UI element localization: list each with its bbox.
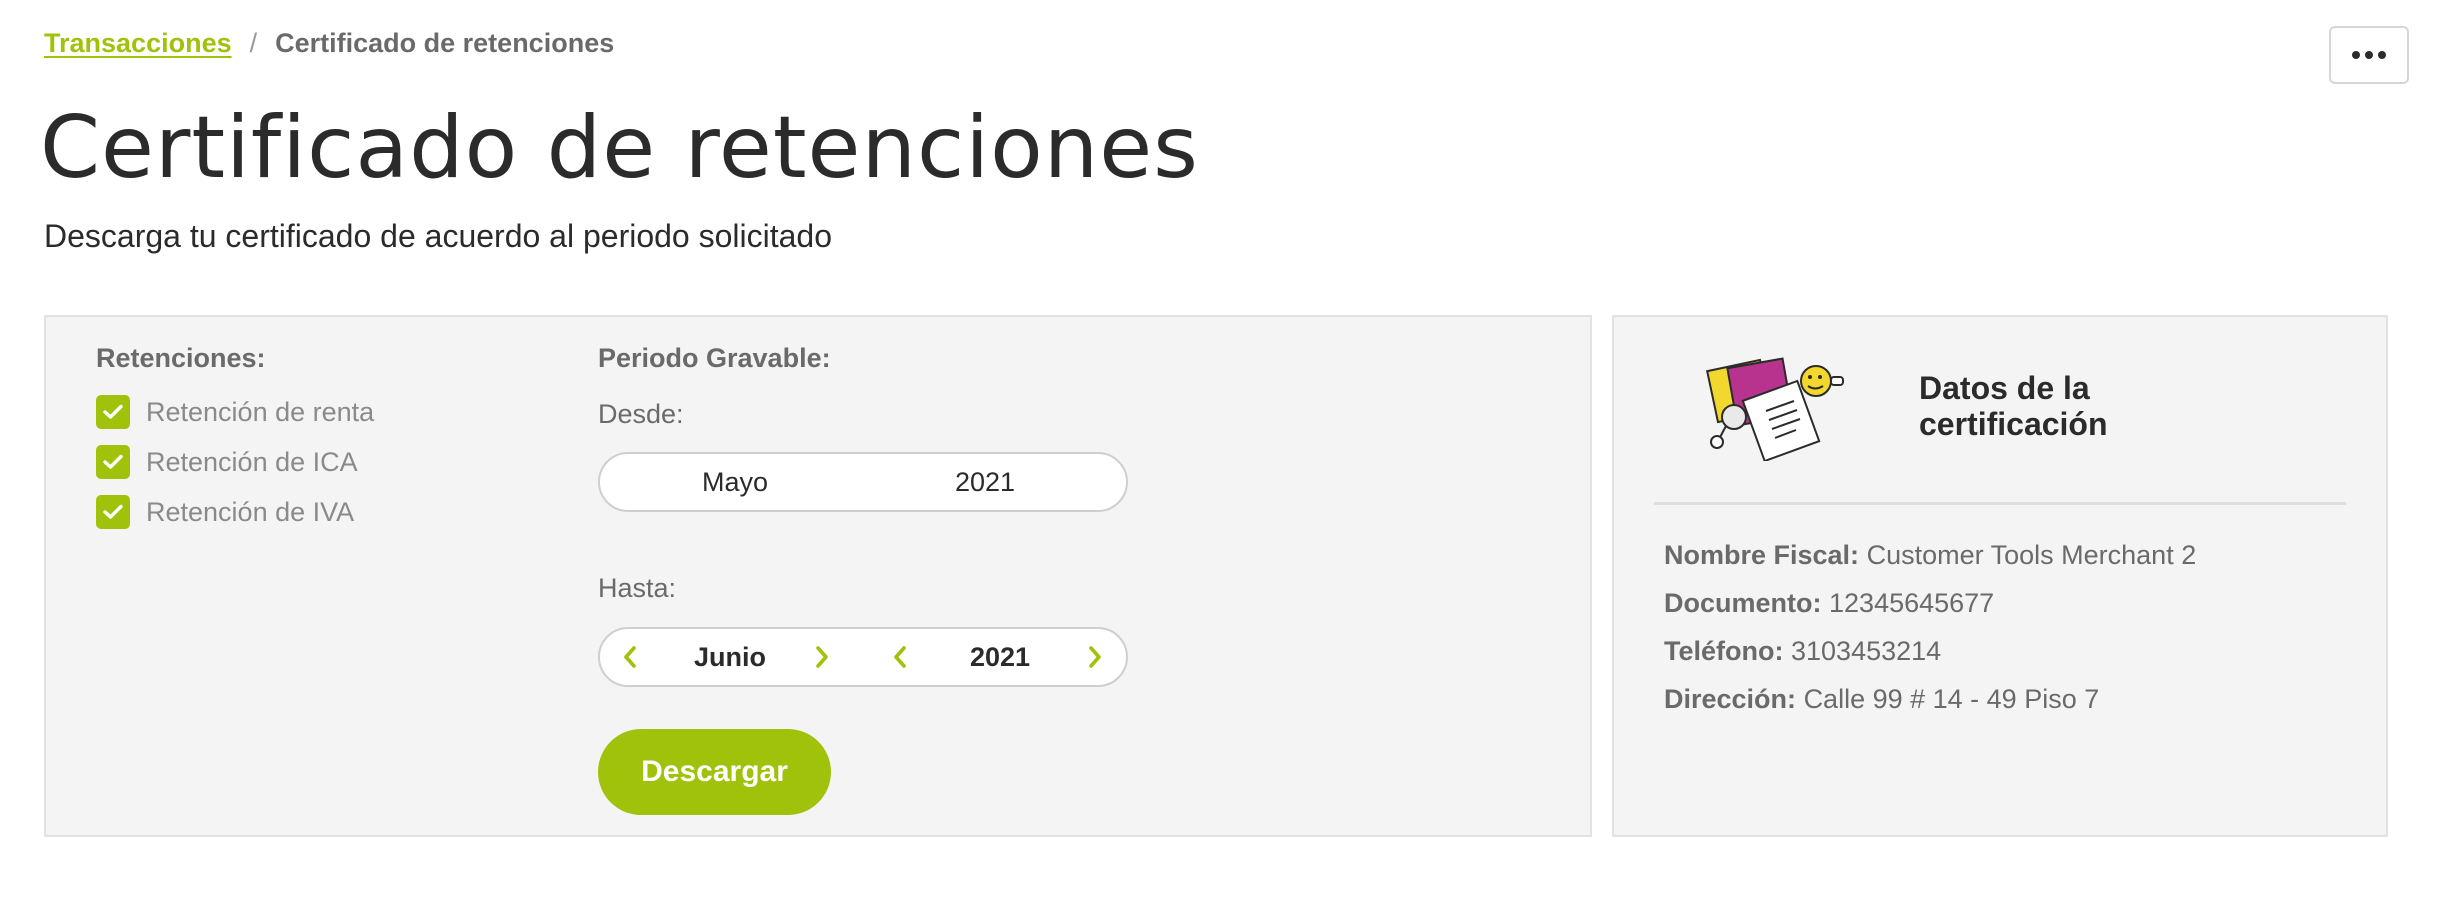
checkbox-checked-icon	[96, 445, 130, 479]
desde-date-selector[interactable]: Mayo 2021	[598, 452, 1128, 512]
checkbox-retencion-renta[interactable]: Retención de renta	[96, 395, 374, 429]
checkbox-retencion-iva[interactable]: Retención de IVA	[96, 495, 354, 529]
info-telefono: Teléfono: 3103453214	[1664, 636, 1941, 667]
retenciones-label: Retenciones:	[96, 343, 266, 373]
hasta-month-prev-icon[interactable]	[616, 643, 644, 671]
hasta-month: Junio	[694, 642, 766, 672]
hasta-year: 2021	[969, 642, 1031, 672]
checkbox-retencion-ica[interactable]: Retención de ICA	[96, 445, 358, 479]
info-value: 12345645677	[1829, 588, 1995, 618]
hasta-year-prev-icon[interactable]	[886, 643, 914, 671]
download-button[interactable]: Descargar	[598, 729, 831, 815]
info-direccion: Dirección: Calle 99 # 14 - 49 Piso 7	[1664, 684, 2099, 715]
info-documento: Documento: 12345645677	[1664, 588, 1994, 619]
checkbox-checked-icon	[96, 395, 130, 429]
info-value: Customer Tools Merchant 2	[1866, 540, 2197, 570]
info-value: 3103453214	[1791, 636, 1942, 666]
desde-label: Desde:	[598, 399, 684, 429]
breadcrumb-separator: /	[249, 28, 258, 58]
hasta-date-selector: Junio 2021	[598, 627, 1128, 687]
documents-illustration-icon	[1705, 357, 1844, 461]
checkbox-label: Retención de renta	[146, 396, 375, 427]
checkbox-label: Retención de IVA	[146, 496, 355, 527]
checkbox-checked-icon	[96, 495, 130, 529]
info-key: Documento:	[1664, 588, 1822, 618]
hasta-label: Hasta:	[598, 573, 677, 603]
more-options-button[interactable]	[2329, 26, 2409, 84]
info-nombre-fiscal: Nombre Fiscal: Customer Tools Merchant 2	[1664, 540, 2196, 571]
periodo-gravable-label: Periodo Gravable:	[598, 343, 831, 373]
certification-heading: Datos de la certificación	[1919, 370, 2108, 442]
info-key: Teléfono:	[1664, 636, 1784, 666]
page-subtitle: Descarga tu certificado de acuerdo al pe…	[44, 218, 833, 254]
checkbox-label: Retención de ICA	[146, 446, 358, 477]
info-value: Calle 99 # 14 - 49 Piso 7	[1803, 684, 2100, 714]
filters-panel: Retenciones: Retención de renta Retenció…	[44, 315, 1592, 837]
hasta-year-next-icon[interactable]	[1081, 643, 1109, 671]
breadcrumb-link-transacciones[interactable]: Transacciones	[44, 28, 232, 59]
info-key: Nombre Fiscal:	[1664, 540, 1860, 570]
breadcrumb: Transacciones / Certificado de retencion…	[44, 28, 614, 59]
desde-month[interactable]: Mayo	[660, 454, 810, 510]
desde-year[interactable]: 2021	[910, 454, 1060, 510]
page-title: Certificado de retenciones	[40, 98, 1199, 198]
divider	[1654, 502, 2346, 505]
more-dots-icon	[2352, 51, 2386, 59]
info-key: Dirección:	[1664, 684, 1797, 714]
hasta-month-next-icon[interactable]	[808, 643, 836, 671]
breadcrumb-current: Certificado de retenciones	[275, 28, 615, 58]
certification-panel: Datos de la certificación Nombre Fiscal:…	[1612, 315, 2388, 837]
